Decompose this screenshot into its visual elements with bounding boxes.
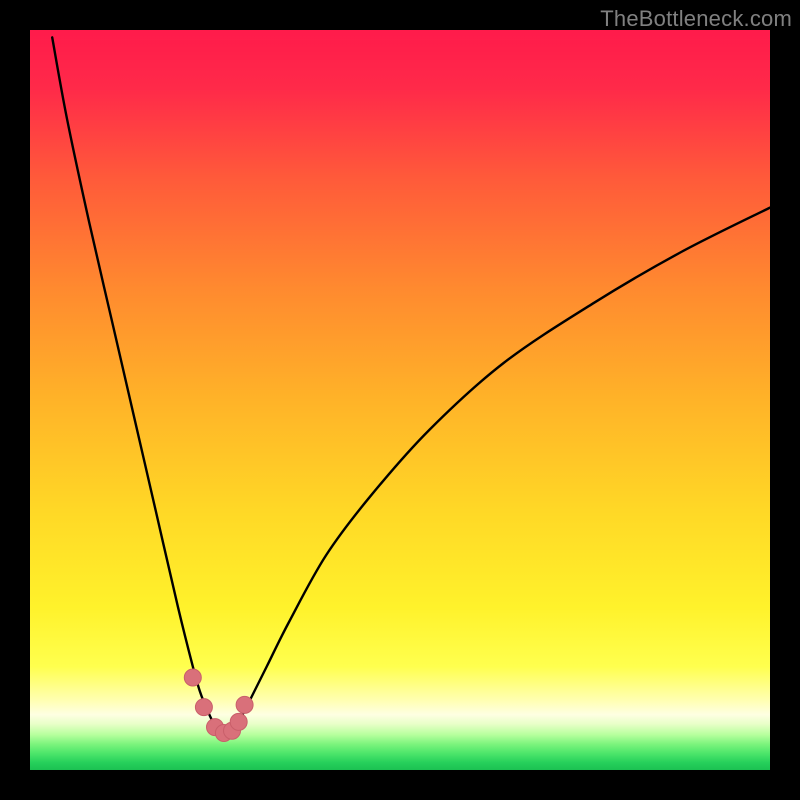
curve-marker [195,699,212,716]
curve-marker [236,696,253,713]
watermark-text: TheBottleneck.com [600,6,792,32]
chart-svg [30,30,770,770]
gradient-background [30,30,770,770]
curve-marker [230,713,247,730]
curve-marker [184,669,201,686]
chart-frame [30,30,770,770]
